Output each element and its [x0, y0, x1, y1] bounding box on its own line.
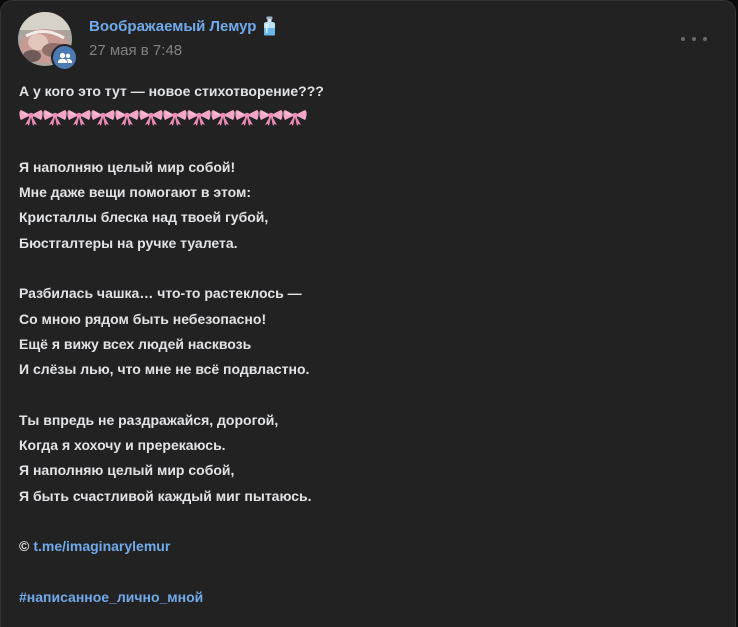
author-name-link[interactable]: Воображаемый Лемур [89, 18, 256, 35]
ellipsis-icon-dot [692, 37, 696, 41]
hashtag-line: #написанное_лично_мной [19, 585, 719, 610]
telegram-link[interactable]: t.me/imaginarylemur [33, 538, 170, 554]
poem-line: Мне даже вещи помогают в этом: [19, 184, 252, 201]
poem-line: Когда я хохочу и пререкаюсь. [19, 437, 226, 454]
poem-line: Ещё я вижу всех людей насквозь [19, 335, 252, 352]
ribbon-emoji-icon [43, 109, 67, 126]
bottle-emoji-icon [261, 16, 278, 36]
ribbon-emoji-icon [211, 109, 235, 126]
ribbon-emoji-icon [187, 109, 211, 126]
ribbon-emoji-icon [259, 109, 283, 126]
source-line: © t.me/imaginarylemur [19, 534, 719, 559]
post-intro: А у кого это тут — новое стихотворение??… [19, 83, 324, 99]
ellipsis-icon-dot [703, 37, 707, 41]
group-icon [51, 44, 78, 71]
ribbon-emoji-icon [139, 109, 163, 126]
ribbon-emoji-icon [235, 109, 259, 126]
ribbon-emoji-row [19, 104, 719, 129]
poem-line: Кристаллы блеска над твоей губой, [19, 209, 269, 226]
poem-line: Ты впредь не раздражайся, дорогой, [19, 411, 279, 428]
copyright-symbol: © [19, 538, 30, 555]
post-date[interactable]: 27 мая в 7:48 [89, 42, 182, 59]
post-card: Воображаемый Лемур 27 мая в 7:48 А у ког… [0, 0, 736, 627]
poem-line: И слёзы лью, что мне не всё подвластно. [19, 361, 310, 378]
post-text: А у кого это тут — новое стихотворение??… [19, 79, 719, 610]
ribbon-emoji-icon [163, 109, 187, 126]
hashtag-link[interactable]: #написанное_лично_мной [19, 589, 203, 605]
ribbon-emoji-icon [115, 109, 139, 126]
ribbon-emoji-icon [91, 109, 115, 126]
poem-line: Бюстгалтеры на ручке туалета. [19, 234, 238, 251]
poem-line: Разбилась чашка… что-то растеклось — [19, 285, 302, 302]
more-options-button[interactable] [681, 33, 707, 45]
poem-line: Я наполняю целый мир собой, [19, 462, 235, 479]
poem-line: Я наполняю целый мир собой! [19, 158, 236, 175]
author-avatar[interactable] [18, 12, 78, 72]
ribbon-emoji-icon [283, 109, 307, 126]
ellipsis-icon [681, 37, 685, 41]
ribbon-emoji-icon [67, 109, 91, 126]
poem-line: Со мною рядом быть небезопасно! [19, 310, 267, 327]
author-line: Воображаемый Лемур [89, 15, 278, 37]
ribbon-emoji-icon [19, 109, 43, 126]
poem-line: Я быть счастливой каждый миг пытаюсь. [19, 487, 312, 504]
